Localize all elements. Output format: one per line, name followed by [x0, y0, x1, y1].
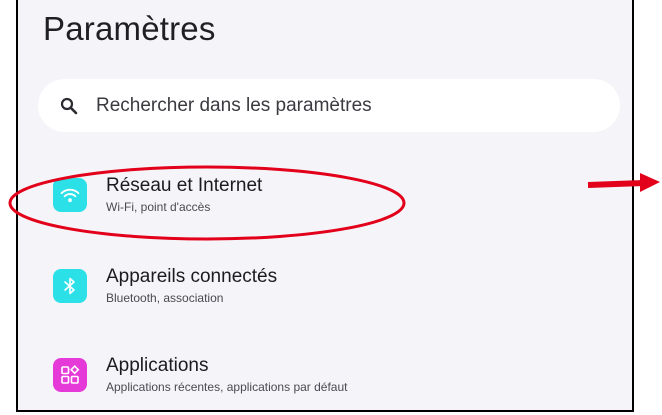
settings-item-title: Réseau et Internet	[106, 175, 263, 196]
settings-item-title: Applications	[106, 355, 209, 376]
settings-item-connected-devices[interactable]: Appareils connectés Bluetooth, associati…	[53, 259, 613, 313]
settings-item-subtitle: Bluetooth, association	[106, 291, 224, 305]
settings-item-applications[interactable]: Applications Applications récentes, appl…	[53, 348, 613, 402]
settings-item-subtitle: Applications récentes, applications par …	[106, 380, 348, 394]
settings-item-subtitle: Wi-Fi, point d'accès	[106, 200, 211, 214]
settings-item-title: Appareils connectés	[106, 266, 278, 287]
wifi-icon	[53, 178, 87, 212]
search-icon	[60, 97, 78, 115]
apps-icon	[53, 358, 87, 392]
page-title: Paramètres	[43, 10, 216, 47]
settings-screen: Paramètres Rechercher dans les paramètre…	[16, 0, 634, 412]
search-bar[interactable]: Rechercher dans les paramètres	[38, 79, 620, 132]
bluetooth-icon	[53, 269, 87, 303]
screenshot-stage: Paramètres Rechercher dans les paramètre…	[0, 0, 662, 415]
search-placeholder: Rechercher dans les paramètres	[96, 94, 372, 116]
settings-item-network[interactable]: Réseau et Internet Wi-Fi, point d'accès	[53, 168, 613, 222]
